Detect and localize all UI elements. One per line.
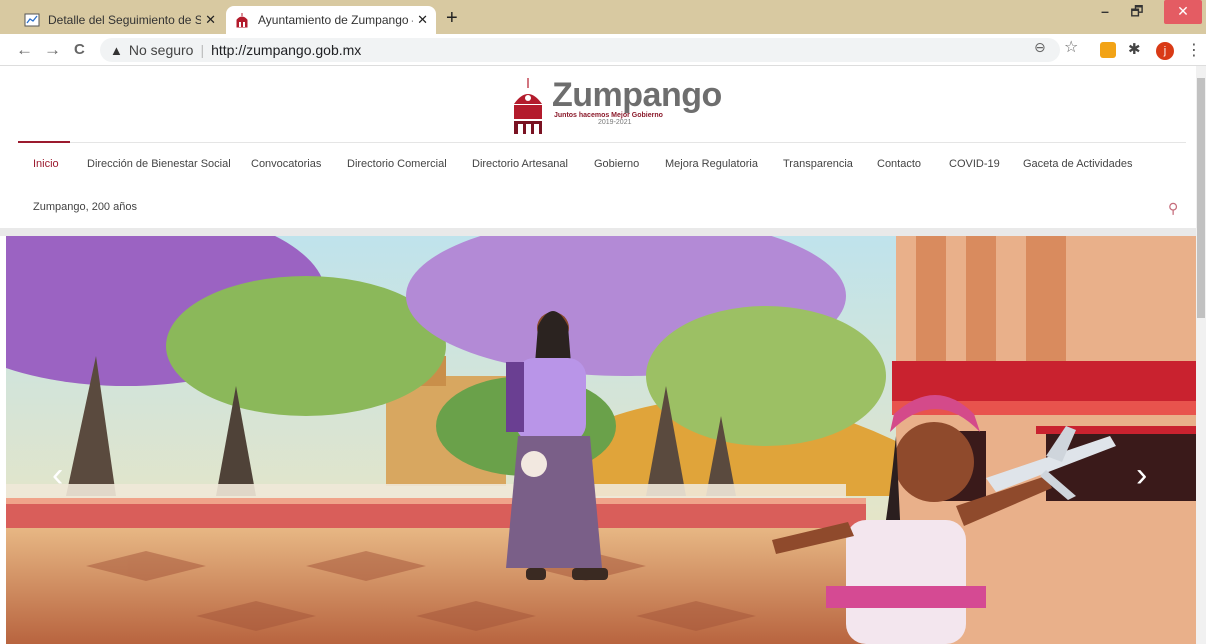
nav-item-convocatorias[interactable]: Convocatorias (251, 158, 321, 170)
nav-item-directorio-artesanal[interactable]: Directorio Artesanal (472, 158, 568, 170)
url-text: http://zumpango.gob.mx (211, 42, 362, 58)
hero-slider[interactable]: ‹ › (6, 236, 1196, 644)
new-tab-button[interactable]: + (446, 8, 458, 28)
minimize-button[interactable]: – (1092, 0, 1118, 24)
header-divider (18, 142, 1186, 143)
active-nav-indicator (18, 141, 70, 143)
divider: | (200, 42, 205, 58)
page-scrollbar[interactable] (1196, 66, 1206, 644)
scrollbar-thumb[interactable] (1197, 78, 1205, 318)
nav-item-zumpango-200-anos[interactable]: Zumpango, 200 años (33, 201, 137, 213)
zumpango-emblem-icon (514, 78, 542, 134)
reload-button[interactable]: C (74, 40, 85, 60)
back-button[interactable]: ← (16, 40, 33, 60)
browser-toolbar: ← → C ▲ No seguro | http://zumpango.gob.… (0, 34, 1206, 66)
section-divider-strip (0, 228, 1196, 236)
nav-item-inicio[interactable]: Inicio (33, 158, 59, 170)
tab-close-icon[interactable]: ✕ (205, 12, 216, 28)
slider-next-arrow-icon[interactable]: › (1136, 456, 1147, 495)
tab-strip: Detalle del Seguimiento de Solic ✕ Ayunt… (0, 0, 1206, 34)
zoom-icon[interactable]: ⊖ (1034, 39, 1046, 56)
nav-item-mejora-regulatoria[interactable]: Mejora Regulatoria (665, 158, 758, 170)
nav-item-gobierno[interactable]: Gobierno (594, 158, 639, 170)
nav-item-gaceta-actividades[interactable]: Gaceta de Actividades (1023, 158, 1132, 170)
tab-close-icon[interactable]: ✕ (417, 12, 428, 28)
tab-detalle-seguimiento[interactable]: Detalle del Seguimiento de Solic ✕ (16, 6, 224, 34)
slider-prev-arrow-icon[interactable]: ‹ (52, 456, 63, 495)
profile-avatar[interactable]: j (1156, 42, 1174, 60)
nav-item-transparencia[interactable]: Transparencia (783, 158, 853, 170)
close-window-button[interactable]: ✕ (1164, 0, 1202, 24)
tab-title: Detalle del Seguimiento de Solic (48, 13, 202, 27)
page-favicon-icon (24, 13, 40, 27)
tab-ayuntamiento-zumpango[interactable]: Ayuntamiento de Zumpango – 2 ✕ (226, 6, 436, 34)
nav-item-bienestar-social[interactable]: Dirección de Bienestar Social (87, 158, 231, 170)
warning-icon: ▲ (110, 42, 123, 58)
tab-title: Ayuntamiento de Zumpango – 2 (258, 13, 414, 27)
forward-button[interactable]: → (44, 40, 61, 60)
extension-shopping-icon[interactable] (1100, 42, 1116, 58)
address-bar[interactable]: ▲ No seguro | http://zumpango.gob.mx (100, 38, 1060, 62)
search-icon[interactable]: ⚲ (1168, 200, 1178, 217)
hero-illustration (6, 236, 1196, 644)
bookmark-star-icon[interactable]: ☆ (1064, 37, 1078, 57)
nav-item-directorio-comercial[interactable]: Directorio Comercial (347, 158, 447, 170)
logo-name: Zumpango (552, 76, 722, 114)
browser-menu-icon[interactable]: ⋮ (1186, 40, 1202, 60)
site-logo[interactable]: Zumpango Juntos hacemos Mejor Gobierno 2… (512, 78, 722, 134)
logo-years: 2019-2021 (598, 119, 632, 126)
nav-item-contacto[interactable]: Contacto (877, 158, 921, 170)
extensions-puzzle-icon[interactable]: ✱ (1128, 40, 1141, 58)
restore-button[interactable]: 🗗 (1124, 0, 1150, 24)
nav-item-covid-19[interactable]: COVID-19 (949, 158, 1000, 170)
zumpango-favicon-icon (236, 13, 248, 28)
web-page: Zumpango Juntos hacemos Mejor Gobierno 2… (0, 66, 1196, 644)
security-label: No seguro (128, 42, 194, 58)
